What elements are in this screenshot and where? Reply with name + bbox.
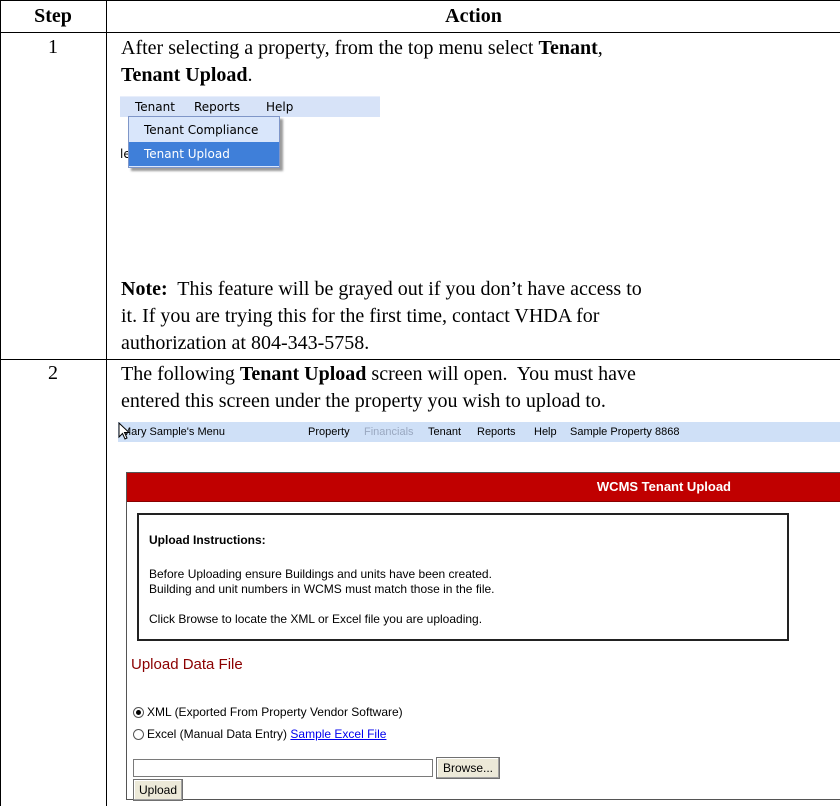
xml-radio-label: XML (Exported From Property Vendor Softw… xyxy=(147,705,403,719)
file-path-input[interactable] xyxy=(133,759,433,777)
step-column-header: Step xyxy=(34,5,72,27)
top-nav-bar: Mary Sample's Menu Property Financials T… xyxy=(118,422,840,442)
column-divider xyxy=(106,0,107,806)
nav-menu-title: Mary Sample's Menu xyxy=(122,426,225,438)
nav-property[interactable]: Property xyxy=(308,426,350,438)
menu-bar: Tenant Reports Help xyxy=(120,96,380,117)
instructions-title: Upload Instructions: xyxy=(149,533,266,547)
option-xml-row: XML (Exported From Property Vendor Softw… xyxy=(133,705,403,719)
tenant-dropdown: Tenant Compliance Tenant Upload xyxy=(128,116,280,168)
action-column-header: Action xyxy=(445,5,502,27)
instruction-line: Click Browse to locate the XML or Excel … xyxy=(149,612,483,626)
instruction-line: Building and unit numbers in WCMS must m… xyxy=(149,582,495,596)
step1-note: Note: This feature will be grayed out if… xyxy=(121,276,836,357)
instruction-text: After selecting a property, from the top… xyxy=(121,37,539,59)
instruction-text: entered this screen under the property y… xyxy=(121,390,606,412)
menu-help[interactable]: Help xyxy=(266,100,293,114)
instruction-bold: Tenant Upload xyxy=(239,363,367,385)
upload-panel: WCMS Tenant Upload Upload Instructions: … xyxy=(126,472,840,801)
menu-item-tenant-compliance[interactable]: Tenant Compliance xyxy=(129,118,279,142)
step-number: 1 xyxy=(48,36,58,58)
instruction-line: Before Uploading ensure Buildings and un… xyxy=(149,567,492,581)
step1-instruction: After selecting a property, from the top… xyxy=(121,35,836,89)
instruction-text: , xyxy=(597,37,603,59)
nav-tenant[interactable]: Tenant xyxy=(428,426,461,438)
note-text: authorization at 804-343-5758. xyxy=(121,332,370,354)
excel-radio-label: Excel (Manual Data Entry) xyxy=(147,727,288,741)
panel-title: WCMS Tenant Upload xyxy=(596,479,731,494)
note-text: This feature will be grayed out if you d… xyxy=(167,278,642,300)
step2-instruction: The following Tenant Upload screen will … xyxy=(121,361,840,415)
xml-radio[interactable] xyxy=(133,707,144,719)
upload-data-file-heading: Upload Data File xyxy=(131,656,243,673)
step-number: 2 xyxy=(48,362,58,384)
row-divider xyxy=(0,359,840,360)
sample-excel-link[interactable]: Sample Excel File xyxy=(290,727,386,741)
instructions-box: Upload Instructions: Before Uploading en… xyxy=(137,513,789,641)
procedure-table: Step Action 1 After selecting a property… xyxy=(0,0,840,806)
excel-radio[interactable] xyxy=(133,729,144,741)
table-border-left xyxy=(0,0,1,806)
browse-button[interactable]: Browse... xyxy=(436,757,500,779)
menu-screenshot: Tenant Reports Help le Tenant Compliance… xyxy=(120,96,380,206)
upload-button[interactable]: Upload xyxy=(133,779,183,801)
nav-reports[interactable]: Reports xyxy=(477,426,516,438)
instruction-text: . xyxy=(247,64,253,86)
instruction-text: The following xyxy=(121,363,240,385)
option-excel-row: Excel (Manual Data Entry) Sample Excel F… xyxy=(133,727,386,741)
mouse-cursor-icon xyxy=(118,422,130,440)
menu-reports[interactable]: Reports xyxy=(194,100,240,114)
table-border-top xyxy=(0,0,840,1)
instruction-text: screen will open. You must have xyxy=(366,363,636,385)
nav-help[interactable]: Help xyxy=(534,426,557,438)
note-text: it. If you are trying this for the first… xyxy=(121,305,600,327)
nav-financials: Financials xyxy=(364,426,414,438)
header-row-divider xyxy=(0,32,840,33)
instruction-bold: Tenant Upload xyxy=(121,64,248,86)
menu-tenant[interactable]: Tenant xyxy=(135,100,175,114)
nav-property-name: Sample Property 8868 xyxy=(570,426,680,438)
instruction-bold: Tenant xyxy=(538,37,598,59)
menu-item-tenant-upload[interactable]: Tenant Upload xyxy=(129,142,279,166)
tenant-upload-screenshot: Mary Sample's Menu Property Financials T… xyxy=(118,422,840,806)
panel-header: WCMS Tenant Upload xyxy=(127,473,840,502)
note-label: Note: xyxy=(121,278,168,300)
